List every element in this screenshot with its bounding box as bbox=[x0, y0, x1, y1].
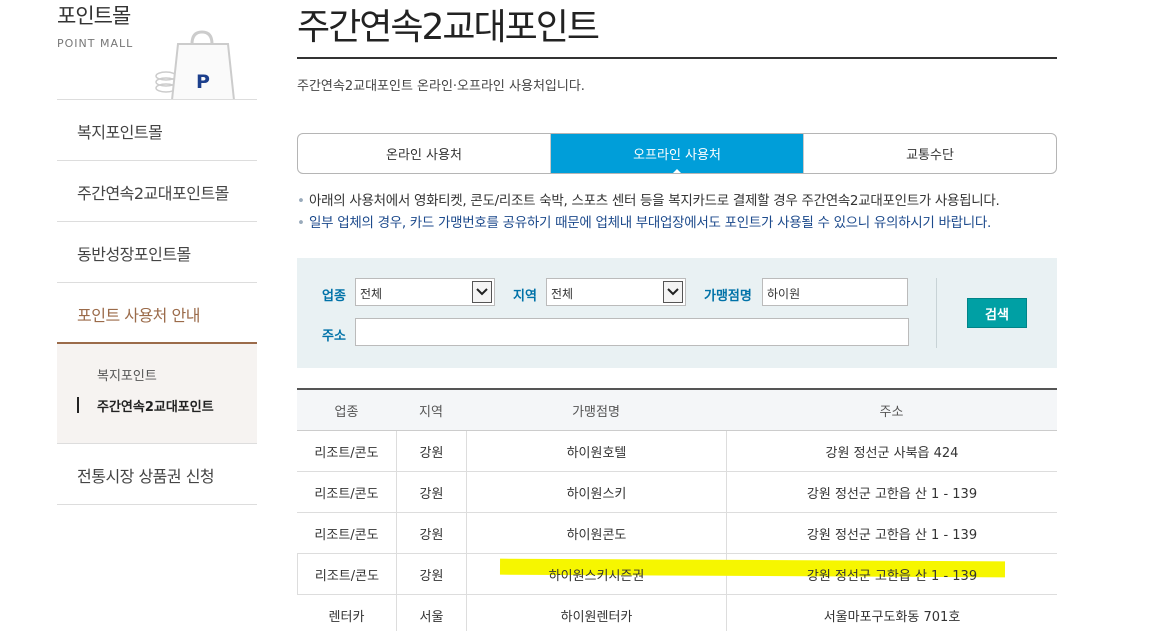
chevron-down-icon bbox=[663, 281, 683, 303]
cell-text: 리조트/콘도 bbox=[314, 486, 379, 502]
region-select-value: 전체 bbox=[551, 287, 574, 301]
column-header-store-name: 가맹점명 bbox=[572, 404, 620, 420]
table-row: 리조트/콘도 강원 하이원콘도 강원 정선군 고한읍 산 1 - 139 bbox=[297, 513, 1057, 554]
tab-offline-stores-label: 오프라인 사용처 bbox=[633, 148, 721, 163]
tab-transportation[interactable]: 교통수단 bbox=[803, 134, 1056, 173]
divider bbox=[57, 443, 257, 444]
page-description: 주간연속2교대포인트 온라인·오프라인 사용처입니다. bbox=[297, 79, 585, 94]
table-row: 리조트/콘도 강원 하이원스키 강원 정선군 고한읍 산 1 - 139 bbox=[297, 472, 1057, 513]
table-row: 렌터카 서울 하이원렌터카 서울마포구도화동 701호 bbox=[297, 595, 1057, 631]
cell-text: 강원 정선군 고한읍 산 1 - 139 bbox=[806, 568, 978, 584]
sidebar-item-welfare-point-mall[interactable]: 복지포인트몰 bbox=[77, 119, 163, 143]
cell-category: 리조트/콘도 bbox=[297, 431, 396, 471]
page-title: 주간연속2교대포인트 bbox=[297, 7, 600, 48]
notes: 아래의 사용처에서 영화티켓, 콘도/리조트 숙박, 스포츠 센터 등을 복지카… bbox=[297, 190, 1057, 234]
cell-address: 강원 정선군 사북읍 424 bbox=[726, 431, 1057, 471]
submenu-current-marker bbox=[77, 397, 79, 413]
cell-text: 서울 bbox=[419, 609, 444, 625]
cell-store-name: 하이원렌터카 bbox=[466, 595, 726, 631]
cell-text: 하이원스키시즌권 bbox=[548, 568, 645, 584]
cell-text: 리조트/콘도 bbox=[314, 527, 379, 543]
cell-address: 서울마포구도화동 701호 bbox=[726, 595, 1057, 631]
note-caution: 일부 업체의 경우, 카드 가맹번호를 공유하기 때문에 업체내 부대업장에서도… bbox=[297, 212, 1057, 234]
store-name-input[interactable]: 하이원 bbox=[762, 278, 908, 306]
category-select-value: 전체 bbox=[360, 287, 383, 301]
cell-address: 강원 정선군 고한읍 산 1 - 139 bbox=[726, 472, 1057, 512]
cell-text: 하이원콘도 bbox=[566, 527, 627, 543]
cell-address: 강원 정선군 고한읍 산 1 - 139 bbox=[726, 513, 1057, 553]
region-label: 지역 bbox=[513, 289, 537, 304]
cell-text: 강원 정선군 고한읍 산 1 - 139 bbox=[806, 527, 978, 543]
cell-text: 서울마포구도화동 701호 bbox=[823, 609, 961, 625]
cell-category: 리조트/콘도 bbox=[297, 472, 396, 512]
table-row: 리조트/콘도 강원 하이원스키시즌권 강원 정선군 고한읍 산 1 - 139 bbox=[297, 554, 1057, 595]
address-label: 주소 bbox=[322, 329, 346, 344]
submenu bbox=[57, 344, 257, 443]
divider bbox=[57, 504, 257, 505]
submenu-item-welfare-point[interactable]: 복지포인트 bbox=[97, 365, 157, 384]
divider bbox=[57, 282, 257, 283]
cell-store-name: 하이원스키 bbox=[466, 472, 726, 512]
cell-text: 강원 bbox=[419, 568, 444, 584]
cell-text: 하이원호텔 bbox=[566, 445, 627, 461]
search-button[interactable]: 검색 bbox=[967, 298, 1027, 328]
address-input[interactable] bbox=[355, 318, 909, 346]
cell-text: 강원 정선군 사북읍 424 bbox=[825, 445, 959, 461]
sidebar-item-point-usage-guide[interactable]: 포인트 사용처 안내 bbox=[77, 302, 200, 326]
tab-bar: 온라인 사용처 오프라인 사용처 교통수단 bbox=[297, 133, 1057, 174]
note-usage: 아래의 사용처에서 영화티켓, 콘도/리조트 숙박, 스포츠 센터 등을 복지카… bbox=[297, 190, 1057, 212]
column-header-address: 주소 bbox=[879, 404, 904, 420]
cell-text: 리조트/콘도 bbox=[314, 568, 380, 584]
cell-category: 리조트/콘도 bbox=[297, 554, 396, 594]
submenu-item-shift-point[interactable]: 주간연속2교대포인트 bbox=[97, 396, 214, 415]
sidebar-item-shared-growth-point-mall[interactable]: 동반성장포인트몰 bbox=[77, 241, 191, 265]
column-header-region: 지역 bbox=[419, 404, 443, 420]
sidebar-item-traditional-market-voucher[interactable]: 전통시장 상품권 신청 bbox=[77, 463, 215, 487]
main-content: 주간연속2교대포인트 주간연속2교대포인트 온라인·오프라인 사용처입니다. 온… bbox=[297, 0, 1057, 631]
divider bbox=[57, 221, 257, 222]
store-name-label: 가맹점명 bbox=[704, 289, 752, 304]
cell-text: 강원 bbox=[419, 486, 444, 502]
cell-region: 강원 bbox=[396, 513, 466, 553]
cell-region: 서울 bbox=[396, 595, 466, 631]
cell-text: 강원 bbox=[419, 445, 444, 461]
chevron-down-icon bbox=[472, 281, 492, 303]
cell-region: 강원 bbox=[396, 554, 466, 594]
cell-region: 강원 bbox=[396, 472, 466, 512]
category-label: 업종 bbox=[322, 289, 346, 304]
sidebar-subtitle: POINT MALL bbox=[57, 37, 134, 50]
tab-offline-stores[interactable]: 오프라인 사용처 bbox=[550, 134, 803, 173]
tab-online-stores[interactable]: 온라인 사용처 bbox=[298, 134, 550, 173]
cell-text: 렌터카 bbox=[328, 609, 365, 625]
bag-icon-letter: P bbox=[196, 71, 210, 93]
cell-text: 리조트/콘도 bbox=[314, 445, 379, 461]
sidebar-item-shift-point-mall[interactable]: 주간연속2교대포인트몰 bbox=[77, 180, 229, 204]
cell-text: 강원 정선군 고한읍 산 1 - 139 bbox=[806, 486, 978, 502]
sidebar: 포인트몰 POINT MALL P 복지포인트몰 주간연속2교대포인트몰 동반성… bbox=[57, 0, 257, 631]
cell-store-name: 하이원호텔 bbox=[466, 431, 726, 471]
table-row: 리조트/콘도 강원 하이원호텔 강원 정선군 사북읍 424 bbox=[297, 431, 1057, 472]
column-header-category: 업종 bbox=[334, 404, 359, 420]
divider bbox=[57, 160, 257, 161]
cell-category: 렌터카 bbox=[297, 595, 396, 631]
cell-category: 리조트/콘도 bbox=[297, 513, 396, 553]
store-table: 업종 지역 가맹점명 주소 리조트/콘도 강원 하이원호텔 강원 정선군 사북읍… bbox=[297, 388, 1057, 631]
divider bbox=[57, 99, 257, 100]
cell-store-name: 하이원콘도 bbox=[466, 513, 726, 553]
search-panel: 업종 전체 지역 전체 가맹점명 하이원 주소 bbox=[297, 258, 1057, 368]
category-select[interactable]: 전체 bbox=[355, 278, 495, 306]
sidebar-title: 포인트몰 bbox=[57, 4, 131, 28]
divider bbox=[936, 278, 937, 348]
cell-region: 강원 bbox=[396, 431, 466, 471]
table-header: 업종 지역 가맹점명 주소 bbox=[297, 390, 1057, 431]
cell-text: 하이원렌터카 bbox=[560, 609, 633, 625]
cell-text: 강원 bbox=[419, 527, 444, 543]
cell-text: 하이원스키 bbox=[566, 486, 627, 502]
shopping-bag-icon: P bbox=[152, 30, 242, 104]
caret-up-icon bbox=[673, 169, 681, 173]
title-rule bbox=[297, 57, 1057, 59]
region-select[interactable]: 전체 bbox=[546, 278, 686, 306]
